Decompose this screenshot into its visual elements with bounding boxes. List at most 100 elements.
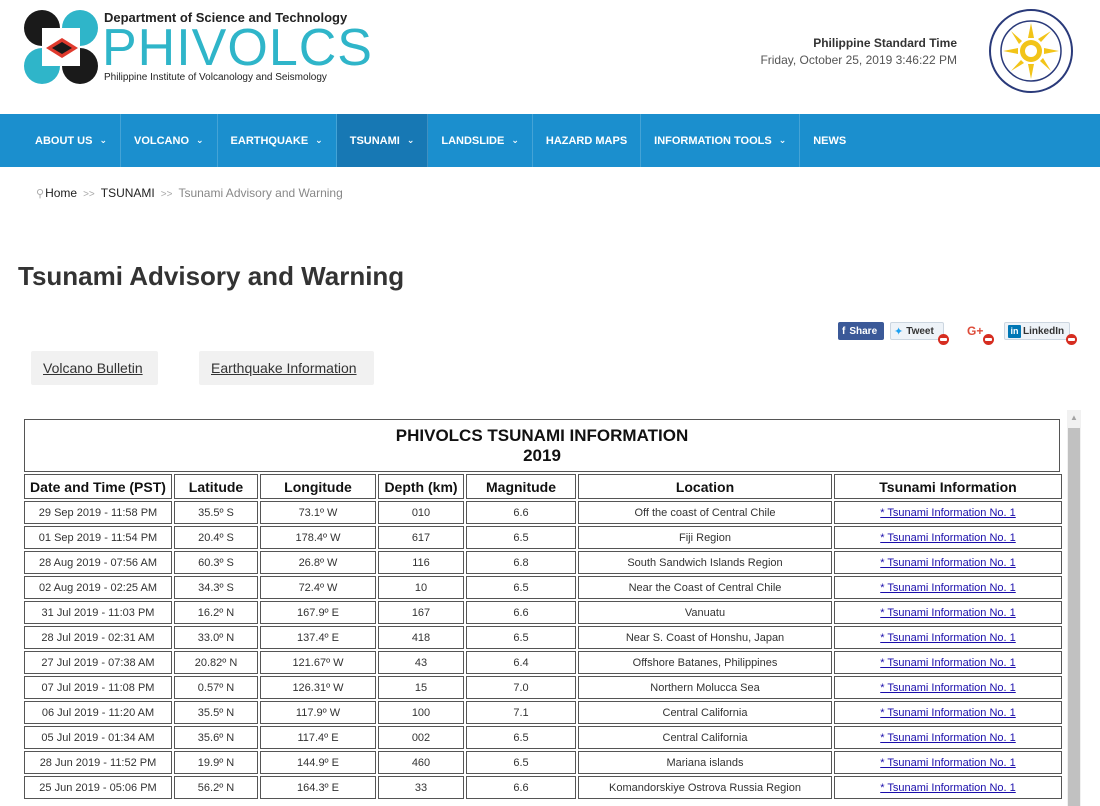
cell-location: Northern Molucca Sea bbox=[578, 676, 832, 699]
tsunami-information-link[interactable]: * Tsunami Information No. 1 bbox=[880, 607, 1016, 619]
tsunami-information-link[interactable]: * Tsunami Information No. 1 bbox=[880, 582, 1016, 594]
column-header-latitude: Latitude bbox=[174, 474, 258, 499]
map-pin-icon: ⚲ bbox=[36, 188, 45, 200]
page-scrollbar[interactable]: ▲ bbox=[1067, 410, 1081, 806]
pst-label: Philippine Standard Time bbox=[813, 36, 957, 50]
tsunami-information-link[interactable]: * Tsunami Information No. 1 bbox=[880, 632, 1016, 644]
table-row: 31 Jul 2019 - 11:03 PM 16.2º N 167.9º E 167… bbox=[24, 601, 1062, 624]
breadcrumb-separator: >> bbox=[83, 189, 95, 200]
main-nav: ABOUT US ⌄ VOLCANO ⌄ EARTHQUAKE ⌄ TSUNAMI ⌄ … bbox=[0, 114, 1100, 167]
cell-tsunami-info: * Tsunami Information No. 1 bbox=[834, 651, 1062, 674]
cell-depth: 167 bbox=[378, 601, 464, 624]
nav-earthquake-label: EARTHQUAKE bbox=[230, 134, 309, 147]
chevron-down-icon: ⌄ bbox=[99, 135, 107, 145]
cell-tsunami-info: * Tsunami Information No. 1 bbox=[834, 576, 1062, 599]
nav-hazard-maps-label: HAZARD MAPS bbox=[545, 134, 628, 147]
volcano-bulletin-button[interactable]: Volcano Bulletin bbox=[31, 351, 158, 385]
cell-datetime: 31 Jul 2019 - 11:03 PM bbox=[24, 601, 172, 624]
tsunami-information-link[interactable]: * Tsunami Information No. 1 bbox=[880, 707, 1016, 719]
column-header-longitude: Longitude bbox=[260, 474, 376, 499]
cell-latitude: 35.5º N bbox=[174, 701, 258, 724]
tsunami-information-link[interactable]: * Tsunami Information No. 1 bbox=[880, 757, 1016, 769]
chevron-down-icon: ⌄ bbox=[511, 135, 519, 145]
scrollbar-thumb[interactable] bbox=[1068, 428, 1080, 806]
cell-tsunami-info: * Tsunami Information No. 1 bbox=[834, 526, 1062, 549]
cell-magnitude: 6.4 bbox=[466, 651, 576, 674]
table-row: 29 Sep 2019 - 11:58 PM 35.5º S 73.1º W 010 6… bbox=[24, 501, 1062, 524]
cell-datetime: 25 Jun 2019 - 05:06 PM bbox=[24, 776, 172, 799]
nav-about-us[interactable]: ABOUT US ⌄ bbox=[22, 114, 121, 167]
facebook-share-button[interactable]: f Share bbox=[838, 322, 884, 340]
table-row: 25 Jun 2019 - 05:06 PM 56.2º N 164.3º E 33 6… bbox=[24, 776, 1062, 799]
cell-magnitude: 6.5 bbox=[466, 526, 576, 549]
breadcrumb-separator: >> bbox=[160, 189, 173, 200]
nav-tsunami[interactable]: TSUNAMI ⌄ bbox=[336, 114, 429, 167]
breadcrumb: ⚲Home >> TSUNAMI >> Tsunami Advisory and War… bbox=[36, 186, 343, 200]
cell-location: Central California bbox=[578, 701, 832, 724]
scroll-up-arrow-icon[interactable]: ▲ bbox=[1067, 410, 1081, 426]
phivolcs-logo-icon bbox=[24, 10, 98, 84]
cell-magnitude: 6.6 bbox=[466, 501, 576, 524]
nav-volcano[interactable]: VOLCANO ⌄ bbox=[121, 114, 218, 167]
cell-longitude: 164.3º E bbox=[260, 776, 376, 799]
cell-longitude: 117.4º E bbox=[260, 726, 376, 749]
chevron-down-icon: ⌄ bbox=[778, 135, 787, 145]
tsunami-information-link[interactable]: * Tsunami Information No. 1 bbox=[880, 557, 1016, 569]
table-row: 07 Jul 2019 - 11:08 PM 0.57º N 126.31º W 15… bbox=[24, 676, 1062, 699]
cell-depth: 460 bbox=[378, 751, 464, 774]
cell-depth: 15 bbox=[378, 676, 464, 699]
table-row: 01 Sep 2019 - 11:54 PM 20.4º S 178.4º W 617… bbox=[24, 526, 1062, 549]
cell-location: Off the coast of Central Chile bbox=[578, 501, 832, 524]
cell-longitude: 144.9º E bbox=[260, 751, 376, 774]
standard-time-widget: Philippine Standard Time Friday, October… bbox=[760, 35, 957, 69]
pst-datetime: Friday, October 25, 2019 3:46:22 PM bbox=[760, 53, 957, 67]
cell-latitude: 20.4º S bbox=[174, 526, 258, 549]
table-header-row: Date and Time (PST) Latitude Longitude D… bbox=[24, 474, 1062, 499]
tsunami-information-link[interactable]: * Tsunami Information No. 1 bbox=[880, 682, 1016, 694]
cell-tsunami-info: * Tsunami Information No. 1 bbox=[834, 701, 1062, 724]
linkedin-icon: in bbox=[1008, 324, 1021, 338]
phivolcs-logo[interactable]: Department of Science and Technology PHI… bbox=[22, 8, 372, 88]
facebook-share-label: Share bbox=[849, 325, 878, 337]
cell-location: Central California bbox=[578, 726, 832, 749]
tsunami-information-table: PHIVOLCS TSUNAMI INFORMATION 2019 Date a… bbox=[24, 419, 1062, 801]
transparency-seal-icon[interactable] bbox=[988, 8, 1074, 94]
nav-earthquake[interactable]: EARTHQUAKE ⌄ bbox=[218, 114, 337, 167]
table-row: 27 Jul 2019 - 07:38 AM 20.82º N 121.67º W4… bbox=[24, 651, 1062, 674]
tsunami-information-link[interactable]: * Tsunami Information No. 1 bbox=[880, 507, 1016, 519]
cell-location: Komandorskiye Ostrova Russia Region bbox=[578, 776, 832, 799]
tsunami-information-link[interactable]: * Tsunami Information No. 1 bbox=[880, 732, 1016, 744]
twitter-tweet-button[interactable]: ✦ Tweet bbox=[890, 322, 944, 340]
linkedin-share-button[interactable]: in LinkedIn bbox=[1004, 322, 1070, 340]
cell-location: Offshore Batanes, Philippines bbox=[578, 651, 832, 674]
nav-landslide[interactable]: LANDSLIDE ⌄ bbox=[428, 114, 533, 167]
tsunami-information-link[interactable]: * Tsunami Information No. 1 bbox=[880, 782, 1016, 794]
nav-news-label: NEWS bbox=[813, 134, 847, 147]
nav-hazard-maps[interactable]: HAZARD MAPS bbox=[533, 114, 642, 167]
tsunami-information-link[interactable]: * Tsunami Information No. 1 bbox=[880, 657, 1016, 669]
column-header-magnitude: Magnitude bbox=[466, 474, 576, 499]
cell-location: South Sandwich Islands Region bbox=[578, 551, 832, 574]
table-body: 29 Sep 2019 - 11:58 PM 35.5º S 73.1º W 010 6… bbox=[24, 501, 1062, 799]
cell-magnitude: 6.8 bbox=[466, 551, 576, 574]
cell-datetime: 27 Jul 2019 - 07:38 AM bbox=[24, 651, 172, 674]
earthquake-information-button[interactable]: Earthquake Information bbox=[199, 351, 374, 385]
cell-latitude: 35.5º S bbox=[174, 501, 258, 524]
cell-latitude: 33.0º N bbox=[174, 626, 258, 649]
table-row: 02 Aug 2019 - 02:25 AM 34.3º S 72.4º W 10 6.… bbox=[24, 576, 1062, 599]
nav-news[interactable]: NEWS bbox=[800, 114, 859, 167]
nav-information-tools[interactable]: INFORMATION TOOLS ⌄ bbox=[641, 114, 801, 167]
cell-location: Mariana islands bbox=[578, 751, 832, 774]
breadcrumb-home[interactable]: Home bbox=[45, 186, 77, 200]
tsunami-information-link[interactable]: * Tsunami Information No. 1 bbox=[880, 532, 1016, 544]
nav-tsunami-label: TSUNAMI bbox=[349, 134, 400, 147]
cell-latitude: 0.57º N bbox=[174, 676, 258, 699]
cell-magnitude: 6.6 bbox=[466, 776, 576, 799]
tsunami-events-table: Date and Time (PST) Latitude Longitude D… bbox=[22, 472, 1064, 801]
cell-depth: 43 bbox=[378, 651, 464, 674]
breadcrumb-tsunami[interactable]: TSUNAMI bbox=[101, 186, 155, 200]
cell-magnitude: 6.5 bbox=[466, 726, 576, 749]
cell-datetime: 28 Aug 2019 - 07:56 AM bbox=[24, 551, 172, 574]
column-header-location: Location bbox=[578, 474, 832, 499]
table-row: 28 Aug 2019 - 07:56 AM 60.3º S 26.8º W 116 6… bbox=[24, 551, 1062, 574]
